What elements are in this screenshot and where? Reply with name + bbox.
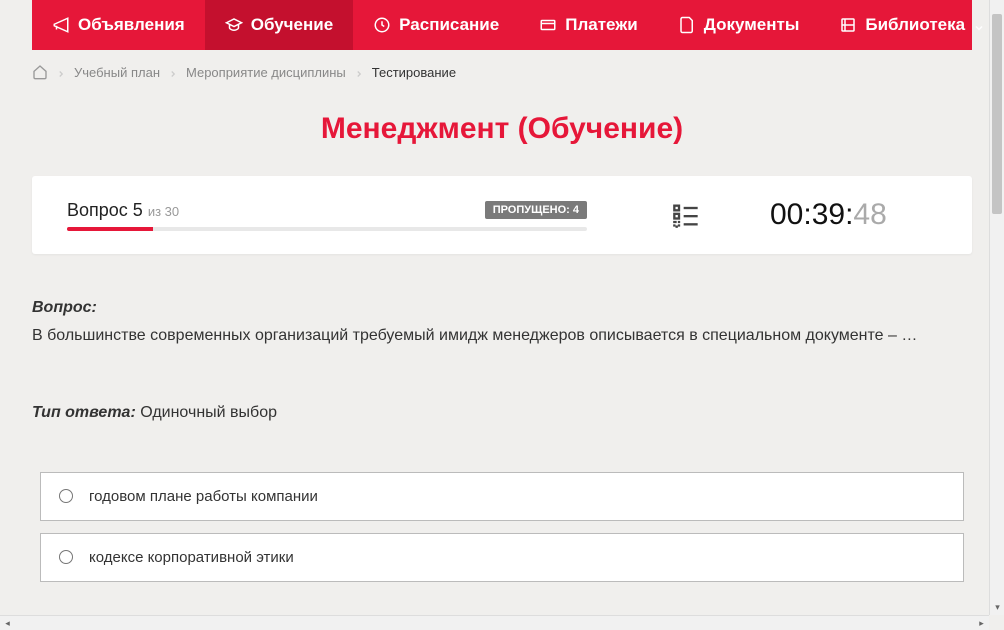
chevron-right-icon xyxy=(168,67,178,77)
question-label: Вопрос: xyxy=(32,299,972,317)
question-list-icon[interactable] xyxy=(672,201,700,229)
answer-type-label: Тип ответа: xyxy=(32,404,136,421)
scrollbar-horizontal[interactable]: ◂ ▸ xyxy=(0,615,989,630)
page-title: Менеджмент (Обучение) xyxy=(32,112,972,146)
answer-type: Тип ответа: Одиночный выбор xyxy=(32,404,972,422)
nav-label: Библиотека xyxy=(865,15,965,35)
nav-item-library[interactable]: Библиотека xyxy=(819,0,1004,50)
nav-label: Расписание xyxy=(399,15,499,35)
nav-item-learning[interactable]: Обучение xyxy=(205,0,353,50)
scroll-thumb[interactable] xyxy=(992,14,1002,214)
question-body: Вопрос: В большинстве современных органи… xyxy=(32,299,972,602)
answers-list: годовом плане работы компании кодексе ко… xyxy=(32,472,972,582)
library-icon xyxy=(839,16,857,34)
answer-radio[interactable] xyxy=(59,550,73,564)
graduation-icon xyxy=(225,16,243,34)
status-panel: Вопрос 5 из 30 ПРОПУЩЕНО: 4 00:39:48 xyxy=(32,176,972,254)
question-number: Вопрос 5 из 30 xyxy=(67,200,179,221)
progress-fill xyxy=(67,227,153,231)
breadcrumb-current: Тестирование xyxy=(372,65,456,80)
nav-item-payments[interactable]: Платежи xyxy=(519,0,658,50)
question-text: В большинстве современных организаций тр… xyxy=(32,323,972,349)
scrollbar-vertical[interactable]: ▾ xyxy=(989,0,1004,615)
nav-item-documents[interactable]: Документы xyxy=(658,0,820,50)
question-total: из 30 xyxy=(148,204,179,219)
home-icon[interactable] xyxy=(32,64,48,80)
timer-main: 00:39: xyxy=(770,198,853,231)
scroll-down-arrow[interactable]: ▾ xyxy=(990,600,1004,615)
timer: 00:39:48 xyxy=(770,198,887,232)
answer-text: кодексе корпоративной этики xyxy=(89,549,294,566)
nav-label: Обучение xyxy=(251,15,333,35)
scroll-left-arrow[interactable]: ◂ xyxy=(0,616,15,630)
nav-label: Платежи xyxy=(565,15,638,35)
answer-text: годовом плане работы компании xyxy=(89,488,318,505)
timer-seconds: 48 xyxy=(853,198,886,231)
nav-item-announcements[interactable]: Объявления xyxy=(32,0,205,50)
main-nav: Объявления Обучение Расписание Платежи Д… xyxy=(32,0,972,50)
clock-icon xyxy=(373,16,391,34)
chevron-right-icon xyxy=(56,67,66,77)
nav-label: Объявления xyxy=(78,15,185,35)
nav-label: Документы xyxy=(704,15,800,35)
chevron-right-icon xyxy=(354,67,364,77)
answer-radio[interactable] xyxy=(59,489,73,503)
scroll-right-arrow[interactable]: ▸ xyxy=(974,616,989,630)
answer-type-value: Одиночный выбор xyxy=(136,404,277,421)
megaphone-icon xyxy=(52,16,70,34)
document-icon xyxy=(678,16,696,34)
payment-icon xyxy=(539,16,557,34)
answer-option[interactable]: годовом плане работы компании xyxy=(40,472,964,521)
breadcrumb-plan[interactable]: Учебный план xyxy=(74,65,160,80)
breadcrumb-event[interactable]: Мероприятие дисциплины xyxy=(186,65,346,80)
skipped-badge: ПРОПУЩЕНО: 4 xyxy=(485,201,587,219)
chevron-down-icon xyxy=(973,19,985,31)
nav-item-schedule[interactable]: Расписание xyxy=(353,0,519,50)
breadcrumb: Учебный план Мероприятие дисциплины Тест… xyxy=(32,50,972,94)
progress-bar xyxy=(67,227,587,231)
answer-option[interactable]: кодексе корпоративной этики xyxy=(40,533,964,582)
